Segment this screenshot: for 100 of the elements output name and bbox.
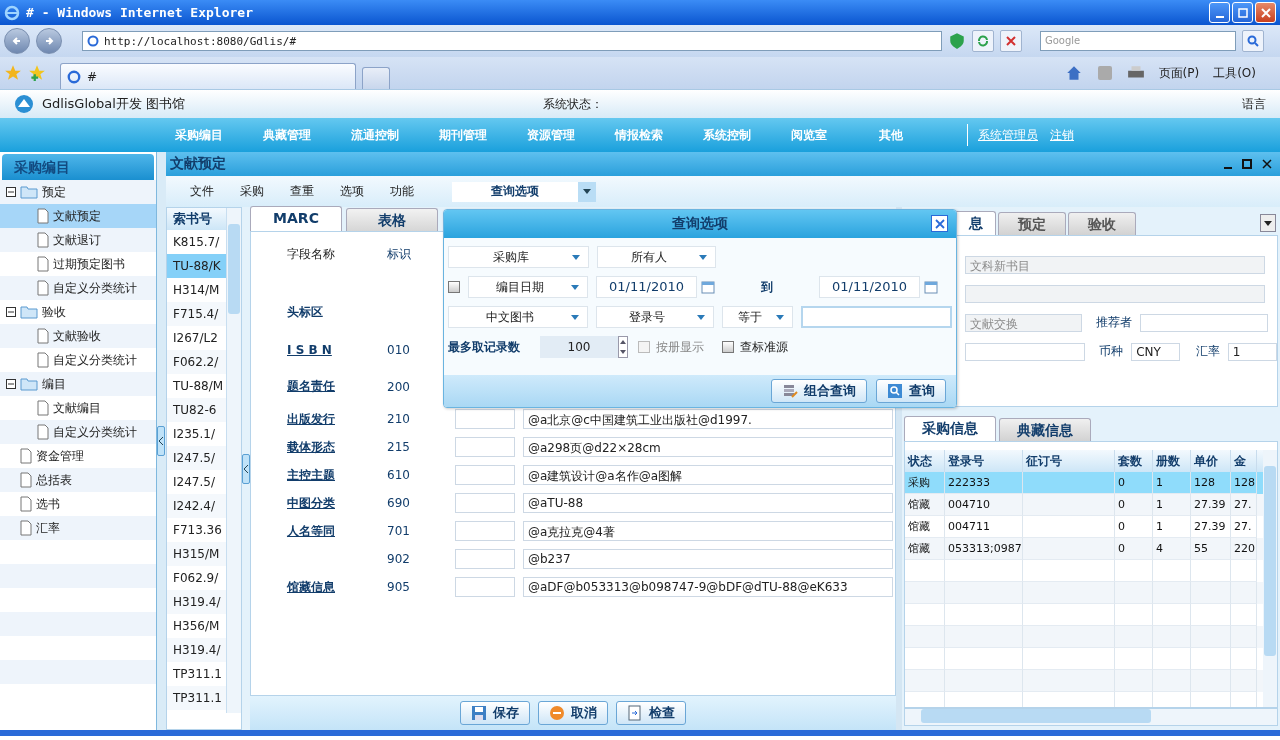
tree-item[interactable]: 过期预定图书 (0, 252, 156, 276)
menu-item[interactable]: 选项 (340, 183, 390, 200)
tree-item[interactable]: 汇率 (0, 516, 156, 540)
text-field[interactable] (965, 342, 1086, 361)
tree-item[interactable]: 资金管理 (0, 444, 156, 468)
action-button[interactable]: 保存 (460, 701, 530, 725)
indicator-field[interactable] (455, 437, 515, 457)
tree-folder[interactable]: 验收 (42, 303, 66, 321)
dropdown[interactable]: 所有人 (597, 246, 716, 268)
list-item[interactable]: F062.9/ (167, 566, 227, 590)
tree-item[interactable]: 文献编目 (0, 396, 156, 420)
rate-field[interactable]: 1 (1227, 342, 1277, 361)
language-link[interactable]: 语言 (1242, 95, 1266, 113)
new-tab-button[interactable] (362, 67, 390, 89)
refresh-button[interactable] (972, 30, 994, 52)
collapse-toggle-icon[interactable] (6, 379, 16, 389)
field-name[interactable]: 出版发行 (251, 410, 387, 428)
checkbox[interactable] (448, 281, 460, 293)
collapse-toggle-icon[interactable] (6, 187, 16, 197)
search-button[interactable] (1242, 30, 1264, 52)
menu-item[interactable]: 文件 (190, 183, 240, 200)
close-button[interactable] (931, 215, 948, 232)
indicator-field[interactable] (455, 577, 515, 597)
currency-field[interactable]: CNY (1131, 342, 1180, 361)
minimize-button[interactable] (1209, 2, 1230, 23)
forward-button[interactable] (36, 28, 62, 54)
action-button[interactable]: 查询 (876, 379, 946, 403)
action-button[interactable]: 组合查询 (771, 379, 867, 403)
list-item[interactable]: H356/M (167, 614, 227, 638)
tree-item[interactable]: 自定义分类统计 (0, 348, 156, 372)
list-item[interactable]: TP311.1 (167, 686, 227, 710)
tab-menu-button[interactable] (1260, 214, 1276, 232)
value-field[interactable]: @a298页@d22×28cm (523, 437, 893, 457)
list-item[interactable]: TU82-6 (167, 398, 227, 422)
maximize-button[interactable] (1232, 2, 1253, 23)
dropdown[interactable]: 登录号 (596, 306, 715, 328)
list-item[interactable]: F715.4/ (167, 302, 227, 326)
tree-item[interactable]: 自定义分类统计 (0, 420, 156, 444)
collapse-handle[interactable] (242, 453, 250, 484)
list-item[interactable]: TU-88/K (167, 254, 227, 278)
field-name[interactable]: 中图分类 (251, 494, 387, 512)
value-field[interactable]: @a建筑设计@a名作@a图解 (523, 465, 893, 485)
field-name[interactable]: 馆藏信息 (251, 578, 387, 596)
field-name[interactable]: 题名责任 (251, 378, 387, 395)
action-button[interactable]: 取消 (538, 701, 608, 725)
menu-item[interactable]: 功能 (390, 183, 440, 200)
text-field[interactable] (965, 284, 1265, 303)
action-button[interactable]: 检查 (616, 701, 686, 725)
date-field[interactable]: 01/11/2010 (819, 276, 920, 298)
dropdown[interactable]: 采购库 (448, 246, 589, 268)
list-item[interactable]: I242.4/ (167, 494, 227, 518)
tab[interactable]: 预定 (998, 212, 1066, 235)
dropdown[interactable]: 中文图书 (448, 306, 589, 328)
browser-tab[interactable]: # (60, 63, 356, 89)
value-field[interactable]: @b237 (523, 549, 893, 569)
list-item[interactable]: I267/L2 (167, 326, 227, 350)
maximize-icon[interactable] (1242, 159, 1252, 169)
list-item[interactable]: I235.1/ (167, 422, 227, 446)
list-item[interactable]: TU-88/M (167, 374, 227, 398)
table-row[interactable]: 馆藏 053313;0987 0 4 55 220 (905, 538, 1263, 560)
tab[interactable]: 表格 (346, 208, 438, 231)
indicator-field[interactable] (455, 409, 515, 429)
indicator-field[interactable] (455, 521, 515, 541)
feed-icon[interactable] (1096, 65, 1113, 81)
indicator-field[interactable] (455, 493, 515, 513)
checkbox[interactable]: 查标准源 (722, 338, 788, 356)
tree-item[interactable]: 选书 (0, 492, 156, 516)
spinner-icon[interactable] (618, 336, 628, 358)
scrollbar[interactable] (1263, 450, 1277, 707)
date-field[interactable]: 01/11/2010 (596, 276, 697, 298)
collapse-toggle-icon[interactable] (6, 307, 16, 317)
tree-item[interactable]: 文献验收 (0, 324, 156, 348)
list-item[interactable]: H319.4/ (167, 590, 227, 614)
field-name[interactable]: 人名等同 (251, 522, 387, 540)
scrollbar[interactable] (226, 208, 241, 713)
query-options-dropdown[interactable]: 查询选项 (452, 181, 596, 202)
calendar-icon[interactable] (924, 280, 938, 294)
list-item[interactable]: H319.4/ (167, 638, 227, 662)
tree-item[interactable]: 文献退订 (0, 228, 156, 252)
scrollbar[interactable] (904, 708, 1278, 726)
dropdown[interactable]: 等于 (722, 306, 793, 328)
list-item[interactable]: I247.5/ (167, 446, 227, 470)
value-field[interactable]: @a北京@c中国建筑工业出版社@d1997. (523, 409, 893, 429)
tab[interactable]: MARC (250, 206, 342, 231)
value-field[interactable]: @aTU-88 (523, 493, 893, 513)
indicator-field[interactable] (455, 549, 515, 569)
number-field[interactable]: 100 (540, 336, 618, 358)
search-value-field[interactable] (800, 306, 952, 328)
dropdown[interactable]: 编目日期 (468, 276, 588, 298)
value-field[interactable]: @aDF@b053313@b098747-9@bDF@dTU-88@eK633 (523, 577, 893, 597)
list-item[interactable]: H315/M (167, 542, 227, 566)
field-name[interactable]: 主控主题 (251, 466, 387, 484)
list-item[interactable]: F713.36 (167, 518, 227, 542)
tab[interactable]: 采购信息 (904, 416, 996, 441)
list-item[interactable]: H314/M (167, 278, 227, 302)
star-icon[interactable] (4, 64, 22, 82)
menu-item[interactable]: 查重 (290, 183, 340, 200)
list-item[interactable]: TP311.1 (167, 662, 227, 686)
stop-button[interactable] (1000, 30, 1022, 52)
tree-folder[interactable]: 编目 (42, 375, 66, 393)
